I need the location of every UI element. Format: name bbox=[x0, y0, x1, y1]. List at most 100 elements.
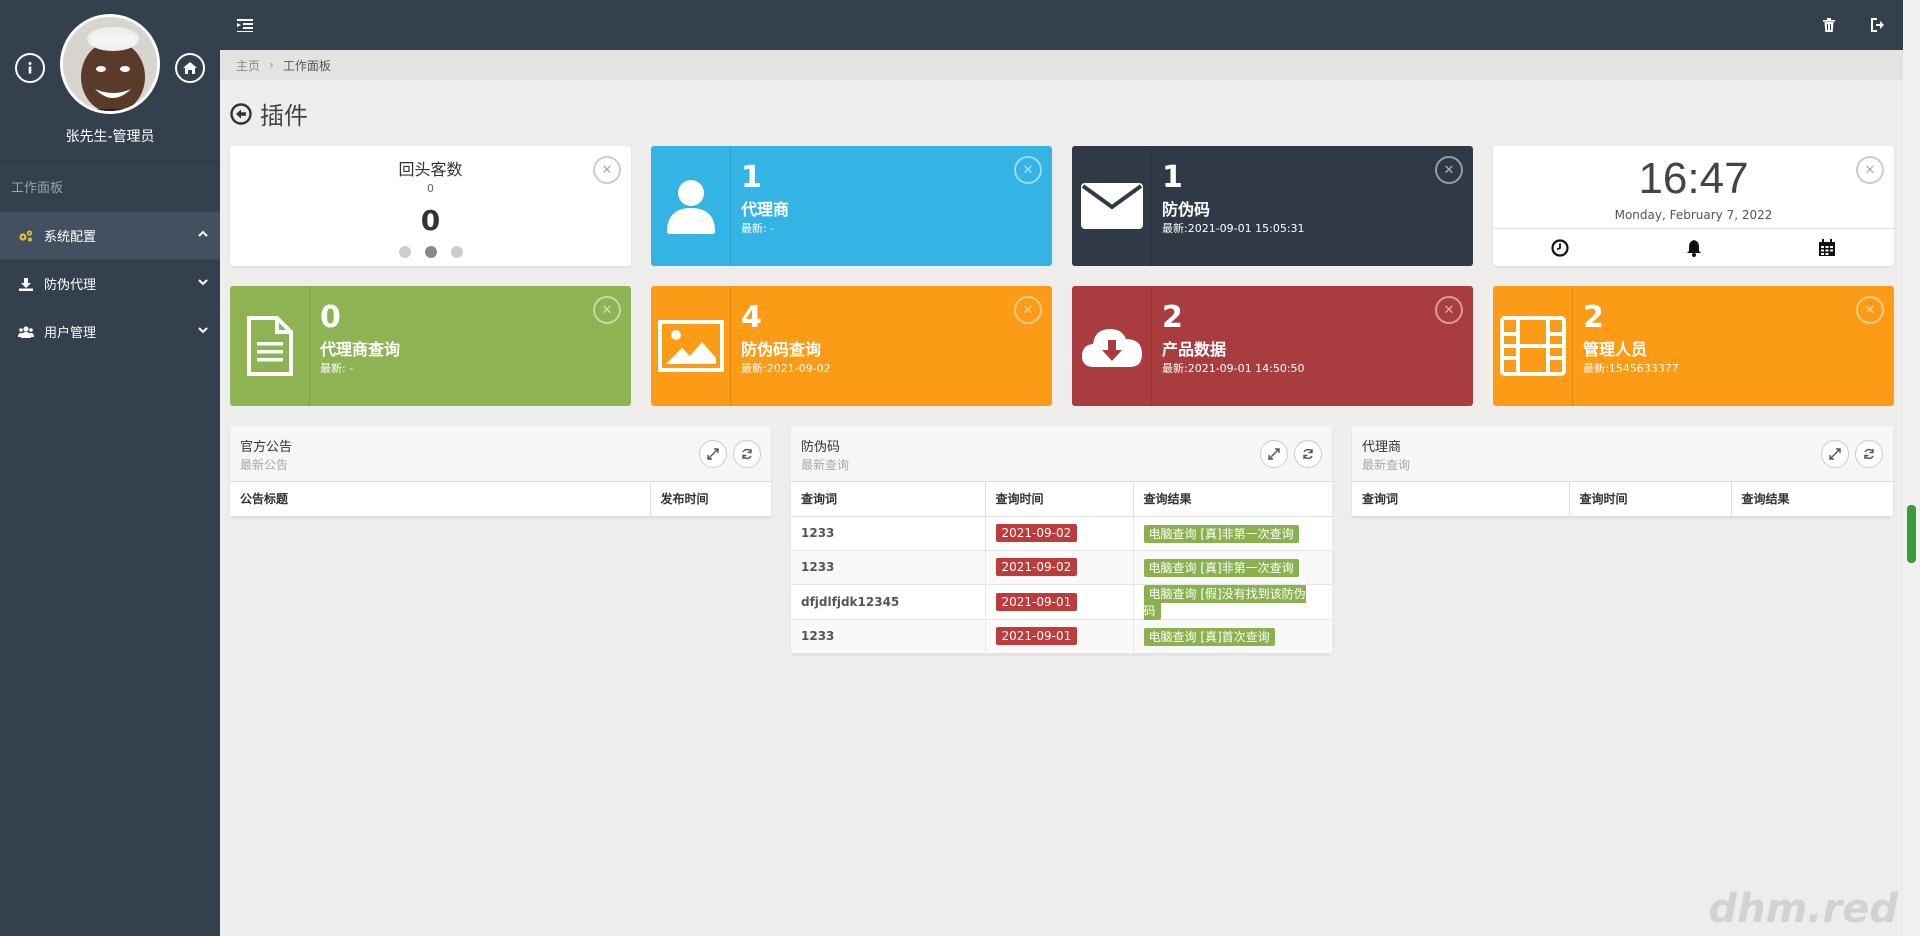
user-name: 张先生-管理员 bbox=[65, 129, 155, 145]
close-tile-button[interactable]: ✕ bbox=[1014, 156, 1042, 184]
envelope-icon bbox=[1072, 146, 1152, 266]
nav-item-label: 防伪代理 bbox=[44, 278, 97, 293]
table-header-row: 公告标题 发布时间 bbox=[230, 482, 771, 517]
query-time-badge: 2021-09-02 bbox=[995, 524, 1078, 542]
logout-button[interactable] bbox=[1869, 16, 1887, 34]
home-icon bbox=[183, 62, 197, 74]
counter-title: 回头客数 bbox=[398, 160, 463, 179]
calendar-icon bbox=[1819, 238, 1836, 256]
expand-icon bbox=[1268, 448, 1280, 460]
counter-value: 0 bbox=[420, 204, 441, 237]
agent-tile[interactable]: 1 代理商 最新: - ✕ bbox=[651, 146, 1052, 266]
tile-label: 产品数据 bbox=[1162, 340, 1227, 359]
tile-number: 2 bbox=[1583, 300, 1604, 335]
carousel-dot[interactable] bbox=[398, 246, 411, 258]
clear-cache-button[interactable] bbox=[1820, 16, 1838, 34]
expand-icon bbox=[1829, 448, 1841, 460]
cloud-download-icon bbox=[1072, 286, 1152, 406]
carousel-dot[interactable] bbox=[450, 246, 463, 258]
profile-section: 张先生-管理员 bbox=[0, 0, 220, 160]
close-tile-button[interactable]: ✕ bbox=[1856, 296, 1884, 324]
tile-label: 管理人员 bbox=[1583, 340, 1648, 359]
expand-button[interactable] bbox=[1260, 440, 1288, 468]
clock-toolbar bbox=[1493, 228, 1894, 266]
panel-header: 防伪码 最新查询 bbox=[791, 426, 1332, 482]
code-query-tile[interactable]: 4 防伪码查询 最新:2021-09-02 ✕ bbox=[651, 286, 1052, 406]
close-tile-button[interactable]: ✕ bbox=[1856, 156, 1884, 184]
breadcrumb-home-link[interactable]: 主页 bbox=[236, 57, 260, 74]
refresh-button[interactable] bbox=[1294, 440, 1322, 468]
expand-button[interactable] bbox=[699, 440, 727, 468]
alarm-button[interactable] bbox=[1627, 229, 1761, 266]
clock-tile: 16:47 Monday, February 7, 2022 ✕ bbox=[1493, 146, 1894, 266]
scrollbar-thumb[interactable] bbox=[1907, 505, 1916, 563]
panel-title: 代理商 bbox=[1362, 440, 1402, 455]
menu-indent-icon bbox=[237, 19, 253, 32]
bell-icon bbox=[1686, 239, 1701, 257]
tile-sub: 最新:2021-09-01 15:05:31 bbox=[1162, 222, 1305, 235]
panel-header: 代理商 最新查询 bbox=[1352, 426, 1893, 482]
column-header: 查询结果 bbox=[1133, 482, 1332, 517]
tile-sub: 最新: - bbox=[741, 222, 775, 235]
query-result-badge: 电脑查询 [真]首次查询 bbox=[1143, 627, 1275, 646]
expand-button[interactable] bbox=[1821, 440, 1849, 468]
download-icon bbox=[18, 276, 34, 292]
tile-sub: 最新:2021-09-02 bbox=[741, 362, 831, 375]
info-button[interactable] bbox=[15, 53, 45, 83]
query-time-cell: 2021-09-01 bbox=[985, 584, 1134, 620]
chevron-down-icon bbox=[198, 327, 208, 334]
logout-icon bbox=[1871, 18, 1884, 32]
film-icon bbox=[1493, 286, 1573, 406]
tile-label: 代理商 bbox=[741, 200, 790, 219]
circle-back-icon[interactable] bbox=[230, 102, 252, 125]
sidebar-toggle-button[interactable] bbox=[236, 16, 254, 34]
table-header-row: 查询词 查询时间 查询结果 bbox=[1352, 482, 1893, 517]
counter-subtitle: 0 bbox=[427, 182, 434, 195]
column-header: 发布时间 bbox=[650, 482, 771, 517]
refresh-icon bbox=[1864, 448, 1874, 460]
tile-label: 防伪码 bbox=[1162, 200, 1211, 219]
clock-icon bbox=[1551, 238, 1569, 257]
user-icon bbox=[651, 146, 731, 266]
sidebar: 张先生-管理员 工作面板 系统配置 防伪代理 用户管理 bbox=[0, 0, 220, 936]
close-tile-button[interactable]: ✕ bbox=[1014, 296, 1042, 324]
product-data-tile[interactable]: 2 产品数据 最新:2021-09-01 14:50:50 ✕ bbox=[1072, 286, 1473, 406]
close-tile-button[interactable]: ✕ bbox=[593, 296, 621, 324]
nav-item-label: 系统配置 bbox=[44, 230, 97, 245]
close-tile-button[interactable]: ✕ bbox=[593, 156, 621, 184]
table-row: 1233 2021-09-01 电脑查询 [真]首次查询 bbox=[791, 619, 1332, 654]
nav-item-anti-fake-agent[interactable]: 防伪代理 bbox=[0, 259, 220, 307]
home-button[interactable] bbox=[175, 53, 205, 83]
page-scrollbar[interactable] bbox=[1903, 0, 1920, 936]
clock-button[interactable] bbox=[1493, 229, 1627, 266]
column-header: 查询时间 bbox=[985, 482, 1134, 517]
close-tile-button[interactable]: ✕ bbox=[1435, 156, 1463, 184]
agent-query-tile[interactable]: 0 代理商查询 最新: - ✕ bbox=[230, 286, 631, 406]
refresh-button[interactable] bbox=[733, 440, 761, 468]
panel-title: 防伪码 bbox=[801, 440, 841, 455]
refresh-button[interactable] bbox=[1855, 440, 1883, 468]
expand-icon bbox=[707, 448, 719, 460]
gears-icon bbox=[18, 228, 34, 244]
nav-header: 工作面板 bbox=[0, 161, 220, 211]
clock-time: 16:47 bbox=[1638, 154, 1749, 203]
admin-staff-tile[interactable]: 2 管理人员 最新:1545633377 ✕ bbox=[1493, 286, 1894, 406]
table-header-row: 查询词 查询时间 查询结果 bbox=[791, 482, 1332, 517]
query-word: dfjdlfjdk12345 bbox=[791, 584, 986, 620]
carousel-dot[interactable] bbox=[424, 246, 437, 258]
users-icon bbox=[18, 324, 34, 340]
close-tile-button[interactable]: ✕ bbox=[1435, 296, 1463, 324]
nav-item-system-config[interactable]: 系统配置 bbox=[0, 211, 220, 259]
tile-number: 4 bbox=[741, 300, 762, 335]
avatar[interactable] bbox=[60, 14, 160, 114]
anti-fake-code-tile[interactable]: 1 防伪码 最新:2021-09-01 15:05:31 ✕ bbox=[1072, 146, 1473, 266]
breadcrumb: 主页 › 工作面板 bbox=[220, 50, 1903, 80]
column-header: 查询时间 bbox=[1569, 482, 1732, 517]
notice-table: 公告标题 发布时间 bbox=[230, 482, 771, 517]
calendar-button[interactable] bbox=[1760, 229, 1894, 266]
table-row: dfjdlfjdk12345 2021-09-01 电脑查询 [假]没有找到该防… bbox=[791, 584, 1332, 620]
nav-item-user-management[interactable]: 用户管理 bbox=[0, 307, 220, 355]
carousel-dots bbox=[230, 246, 631, 258]
query-time-badge: 2021-09-01 bbox=[995, 627, 1078, 645]
panel-subtitle: 最新查询 bbox=[1362, 458, 1411, 472]
